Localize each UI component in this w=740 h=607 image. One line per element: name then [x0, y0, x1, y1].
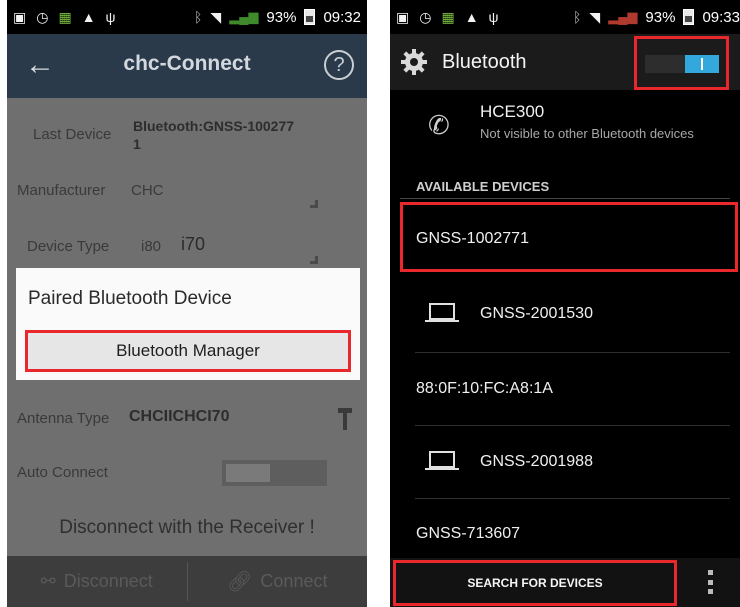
device-name: 88:0F:10:FC:A8:1A: [416, 380, 553, 397]
device-name: GNSS-2001988: [480, 453, 593, 470]
notification-icon: ▣: [13, 8, 27, 25]
toggle-thumb-on: [685, 55, 719, 73]
clock-icon: ◷: [419, 8, 432, 25]
dropdown-corner-icon: [310, 200, 318, 208]
disconnect-label: Disconnect: [63, 571, 153, 591]
device-name: GNSS-713607: [416, 525, 521, 542]
phone-handset-icon: ✆: [428, 110, 450, 140]
settings-gear-icon[interactable]: [400, 48, 428, 76]
laptop-icon: [425, 451, 459, 470]
visibility-status: Not visible to other Bluetooth devices: [480, 126, 694, 141]
status-bar: ▣ ◷ ▦ ▲ ψ ᛒ ◥ ▂▄▆ 93% 09:32: [7, 0, 367, 34]
highlight-box: [400, 202, 738, 272]
device-item[interactable]: GNSS-2001988: [390, 425, 740, 500]
battery-icon: [683, 9, 695, 25]
device-item[interactable]: GNSS-2001530: [390, 277, 740, 352]
notification-icon: ▣: [396, 8, 410, 25]
warning-icon: ▲: [464, 9, 479, 25]
last-device-value: Bluetooth:GNSS-100277: [133, 118, 295, 134]
usb-icon: ψ: [488, 9, 499, 25]
device-item[interactable]: 88:0F:10:FC:A8:1A: [390, 352, 740, 427]
wifi-icon: ◥: [210, 8, 222, 25]
chc-connect-screen: ▣ ◷ ▦ ▲ ψ ᛒ ◥ ▂▄▆ 93% 09:32 ← chc-Connec…: [7, 0, 367, 607]
battery-percent: 93%: [266, 8, 297, 26]
status-time: 09:32: [323, 8, 361, 26]
battery-icon: [304, 9, 316, 25]
connection-status-message: Disconnect with the Receiver !: [59, 517, 315, 538]
last-device-value-cont: 1: [133, 136, 141, 152]
usb-icon: ψ: [105, 9, 116, 25]
bluetooth-status-icon: ᛒ: [194, 9, 203, 25]
antenna-icon[interactable]: [338, 408, 352, 430]
disconnect-button[interactable]: ⚯ Disconnect: [7, 556, 187, 607]
divider: [400, 198, 730, 199]
search-for-devices-button[interactable]: SEARCH FOR DEVICES: [393, 560, 677, 606]
signal-icon: ▂▄▆: [229, 9, 259, 24]
clock-icon: ◷: [36, 8, 49, 25]
bluetooth-toggle[interactable]: [634, 36, 729, 90]
app-notification-icon: ▦: [441, 8, 455, 25]
status-bar: ▣ ◷ ▦ ▲ ψ ᛒ ◥ ▂▄▆ 93% 09:33: [390, 0, 740, 34]
connect-label: Connect: [260, 571, 328, 591]
device-type-option-i70[interactable]: i70: [181, 234, 205, 255]
status-time: 09:33: [702, 8, 740, 26]
auto-connect-toggle[interactable]: [222, 460, 327, 486]
antenna-type-label: Antenna Type: [17, 410, 110, 427]
own-device-name: HCE300: [480, 102, 545, 121]
bottom-action-bar: SEARCH FOR DEVICES: [390, 558, 740, 607]
page-title: Bluetooth: [442, 51, 527, 73]
help-icon[interactable]: ?: [324, 50, 354, 80]
antenna-type-value[interactable]: CHCIICHCI70: [129, 408, 229, 426]
unlink-icon: ⚯: [40, 571, 56, 591]
wifi-icon: ◥: [589, 8, 601, 25]
manufacturer-label: Manufacturer: [17, 182, 106, 199]
connect-button[interactable]: 🔗︎ Connect: [188, 556, 368, 607]
last-device-label: Last Device: [33, 126, 112, 143]
warning-icon: ▲: [81, 9, 96, 25]
bottom-action-bar: ⚯ Disconnect 🔗︎ Connect: [7, 556, 367, 607]
page-title: chc-Connect: [123, 52, 251, 75]
own-device-item[interactable]: ✆ HCE300 Not visible to other Bluetooth …: [390, 90, 740, 164]
signal-icon: ▂▄▆: [608, 9, 638, 24]
paired-device-dialog: Paired Bluetooth Device Bluetooth Manage…: [16, 268, 360, 380]
dropdown-corner-icon: [310, 256, 318, 264]
bluetooth-manager-button[interactable]: Bluetooth Manager: [25, 330, 351, 372]
app-notification-icon: ▦: [58, 8, 72, 25]
device-type-label: Device Type: [27, 238, 110, 255]
auto-connect-label: Auto Connect: [17, 464, 108, 481]
bluetooth-header: Bluetooth: [390, 34, 740, 90]
laptop-icon: [425, 303, 459, 322]
available-devices-header: AVAILABLE DEVICES: [416, 179, 550, 194]
app-bar: ← chc-Connect ?: [7, 34, 367, 98]
manufacturer-select[interactable]: CHC: [131, 182, 164, 199]
dialog-title: Paired Bluetooth Device: [28, 288, 232, 309]
battery-percent: 93%: [645, 8, 676, 26]
device-name: GNSS-2001530: [480, 305, 593, 322]
device-type-option-i80[interactable]: i80: [141, 238, 161, 255]
bluetooth-status-icon: ᛒ: [573, 9, 582, 25]
overflow-menu-icon[interactable]: [708, 570, 714, 594]
link-icon: 🔗︎: [227, 571, 253, 593]
bluetooth-settings-screen: ▣ ◷ ▦ ▲ ψ ᛒ ◥ ▂▄▆ 93% 09:33 Bluetooth ✆ …: [390, 0, 740, 607]
